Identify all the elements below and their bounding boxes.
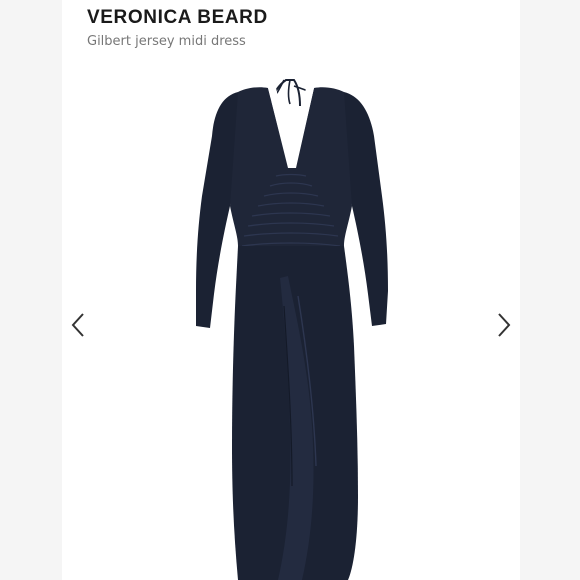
product-viewer: VERONICA BEARD Gilbert jersey midi dress <box>0 0 580 580</box>
chevron-right-icon <box>498 313 511 337</box>
dress-image <box>196 79 388 580</box>
chevron-left-icon <box>71 313 84 337</box>
previous-image-button[interactable] <box>66 310 90 340</box>
next-image-button[interactable] <box>492 310 516 340</box>
product-image-stage[interactable] <box>62 66 520 580</box>
product-header: VERONICA BEARD Gilbert jersey midi dress <box>62 0 520 66</box>
brand-name[interactable]: VERONICA BEARD <box>87 7 268 29</box>
product-title: Gilbert jersey midi dress <box>87 34 246 49</box>
